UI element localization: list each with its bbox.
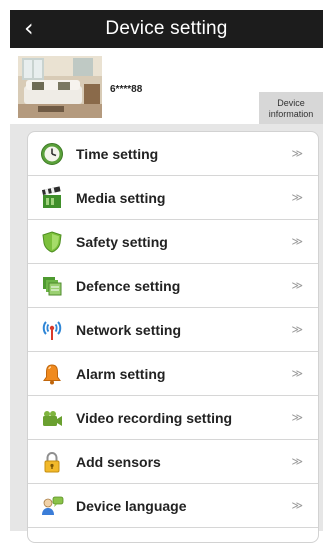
menu-item-time-setting[interactable]: Time setting ≫ — [28, 132, 318, 176]
menu-item-label: Media setting — [76, 189, 166, 206]
chevron-double-right-icon: ≫ — [291, 367, 302, 380]
chevron-double-right-icon: ≫ — [291, 191, 302, 204]
menu-item-network-setting[interactable]: Network setting ≫ — [28, 308, 318, 352]
menu-item-alarm-setting[interactable]: Alarm setting ≫ — [28, 352, 318, 396]
defence-icon — [40, 274, 64, 298]
chevron-double-right-icon: ≫ — [291, 147, 302, 160]
settings-list-container: Time setting ≫ Media setting ≫ Safety se… — [10, 124, 323, 543]
menu-item-device-language[interactable]: Device language ≫ — [28, 484, 318, 528]
device-summary: 6****88 Device information — [10, 48, 323, 128]
chevron-double-right-icon: ≫ — [291, 323, 302, 336]
user-language-icon — [40, 494, 64, 518]
menu-item-label: Time setting — [76, 145, 159, 162]
device-thumbnail — [18, 56, 102, 118]
menu-item-label: Network setting — [76, 321, 182, 338]
chevron-double-right-icon: ≫ — [291, 411, 302, 424]
menu-item-label: Add sensors — [76, 453, 161, 470]
device-information-button[interactable]: Device information — [259, 92, 323, 125]
device-information-label-line1: Device — [277, 97, 305, 108]
device-information-label-line2: information — [268, 108, 314, 119]
camera-icon — [40, 406, 64, 430]
clock-icon — [40, 142, 64, 166]
page-title: Device setting — [105, 18, 228, 39]
antenna-icon — [40, 318, 64, 342]
menu-item-add-sensors[interactable]: Add sensors ≫ — [28, 440, 318, 484]
chevron-double-right-icon: ≫ — [291, 279, 302, 292]
clapperboard-icon — [40, 186, 64, 210]
header-bar: ‹ Device setting — [10, 10, 323, 48]
chevron-double-right-icon: ≫ — [291, 455, 302, 468]
chevron-double-right-icon: ≫ — [291, 235, 302, 248]
shield-icon — [40, 230, 64, 254]
menu-item-label: Alarm setting — [76, 365, 166, 382]
menu-item-defence-setting[interactable]: Defence setting ≫ — [28, 264, 318, 308]
device-id: 6****88 — [110, 84, 143, 95]
menu-item-media-setting[interactable]: Media setting ≫ — [28, 176, 318, 220]
chevron-double-right-icon: ≫ — [291, 499, 302, 512]
menu-item-video-recording-setting[interactable]: Video recording setting ≫ — [28, 396, 318, 440]
lock-icon — [40, 450, 64, 474]
menu-item-label: Device language — [76, 497, 187, 514]
menu-item-label: Defence setting — [76, 277, 181, 294]
menu-item-label: Video recording setting — [76, 409, 233, 426]
menu-item-label: Safety setting — [76, 233, 168, 250]
settings-list: Time setting ≫ Media setting ≫ Safety se… — [27, 131, 319, 543]
menu-item-safety-setting[interactable]: Safety setting ≫ — [28, 220, 318, 264]
back-icon[interactable]: ‹ — [24, 15, 34, 41]
bell-icon — [40, 362, 64, 386]
